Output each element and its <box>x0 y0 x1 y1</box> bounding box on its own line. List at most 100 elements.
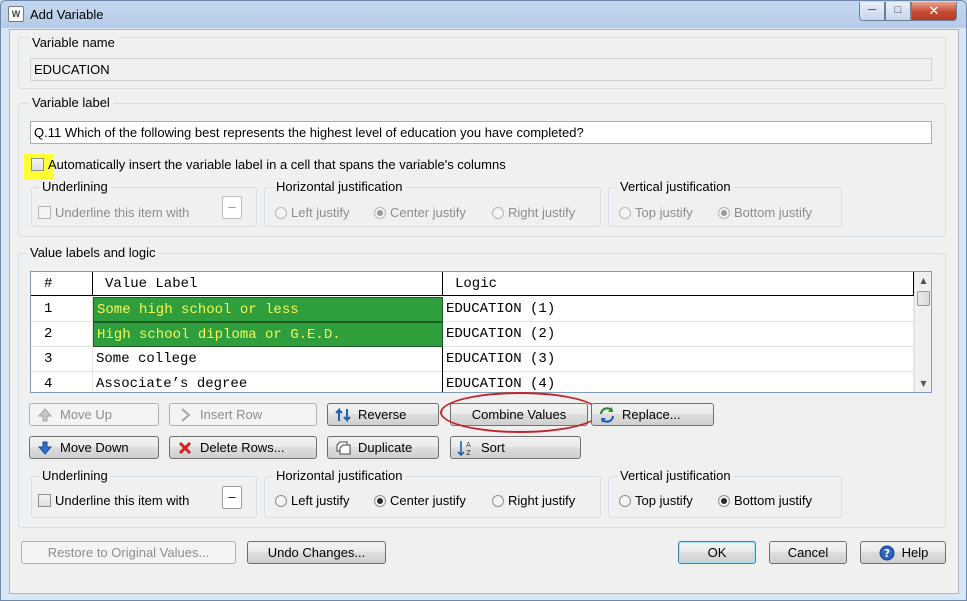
cancel-label: Cancel <box>787 545 829 560</box>
top-right-justify[interactable]: Right justify <box>492 205 575 220</box>
move-up-button[interactable]: Move Up <box>29 403 159 426</box>
col-header-value-label[interactable]: Value Label <box>93 272 443 296</box>
table-row[interactable]: 3 Some college EDUCATION (3) <box>31 347 914 372</box>
table-row[interactable]: 2 High school diploma or G.E.D. EDUCATIO… <box>31 322 914 347</box>
delete-rows-label: Delete Rows... <box>200 440 285 455</box>
svg-text:?: ? <box>883 547 889 560</box>
bottom-right-justify-radio[interactable] <box>492 495 504 507</box>
grid-header: # Value Label Logic <box>31 272 914 296</box>
bottom-underline-option[interactable]: Underline this item with <box>38 493 189 508</box>
bottom-bottom-justify[interactable]: Bottom justify <box>718 493 812 508</box>
sort-icon: AZ <box>457 439 475 457</box>
reverse-button[interactable]: Reverse <box>327 403 439 426</box>
top-underline-option[interactable]: Underline this item with <box>38 205 189 220</box>
variable-name-field[interactable]: EDUCATION <box>30 58 932 81</box>
duplicate-icon <box>334 439 352 457</box>
logic-cell[interactable]: EDUCATION (4) <box>443 372 914 392</box>
top-underline-checkbox[interactable] <box>38 206 51 219</box>
scroll-up-icon[interactable]: ▲ <box>915 272 931 289</box>
value-label-cell[interactable]: High school diploma or G.E.D. <box>93 322 443 347</box>
window-title: Add Variable <box>30 7 104 22</box>
bottom-center-justify[interactable]: Center justify <box>374 493 466 508</box>
scroll-down-icon[interactable]: ▼ <box>915 375 931 392</box>
bottom-bottom-justify-radio[interactable] <box>718 495 730 507</box>
close-button[interactable]: ✕ <box>911 2 957 21</box>
value-labels-grid[interactable]: # Value Label Logic 1 Some high school o… <box>30 271 932 393</box>
bottom-underline-checkbox[interactable] <box>38 494 51 507</box>
help-button[interactable]: ? Help <box>860 541 946 564</box>
table-row[interactable]: 4 Associate’s degree EDUCATION (4) <box>31 372 914 392</box>
replace-button[interactable]: Replace... <box>591 403 714 426</box>
bottom-horizontal-title: Horizontal justification <box>273 468 406 483</box>
auto-insert-label: Automatically insert the variable label … <box>48 157 506 172</box>
restore-original-values-button[interactable]: Restore to Original Values... <box>21 541 236 564</box>
row-number: 2 <box>31 322 93 347</box>
app-icon: W <box>8 6 24 22</box>
value-label-cell[interactable]: Associate’s degree <box>93 372 443 392</box>
annotation-circle <box>440 392 600 433</box>
insert-row-button[interactable]: Insert Row <box>169 403 317 426</box>
move-up-label: Move Up <box>60 407 113 422</box>
row-number: 1 <box>31 297 93 322</box>
bottom-right-justify[interactable]: Right justify <box>492 493 575 508</box>
top-underline-char-button[interactable]: – <box>222 196 242 219</box>
add-variable-window: W Add Variable ─ □ ✕ Variable name EDUCA… <box>0 0 967 601</box>
bottom-left-justify[interactable]: Left justify <box>275 493 350 508</box>
logic-cell[interactable]: EDUCATION (2) <box>443 322 914 347</box>
value-label-cell[interactable]: Some high school or less <box>93 297 443 322</box>
table-row[interactable]: 1 Some high school or less EDUCATION (1) <box>31 297 914 322</box>
maximize-icon: □ <box>894 4 902 16</box>
variable-label-field[interactable]: Q.11 Which of the following best represe… <box>30 121 932 144</box>
top-underline-label: Underline this item with <box>55 205 190 220</box>
top-bottom-justify[interactable]: Bottom justify <box>718 205 812 220</box>
bottom-top-justify-radio[interactable] <box>619 495 631 507</box>
top-top-justify-label: Top justify <box>635 205 693 220</box>
row-number: 4 <box>31 372 93 392</box>
col-header-logic[interactable]: Logic <box>443 272 914 296</box>
duplicate-button[interactable]: Duplicate <box>327 436 439 459</box>
undo-changes-button[interactable]: Undo Changes... <box>247 541 386 564</box>
maximize-button[interactable]: □ <box>885 2 911 21</box>
bottom-underline-char-button[interactable]: – <box>222 486 242 509</box>
top-left-justify-radio[interactable] <box>275 207 287 219</box>
bottom-center-justify-radio[interactable] <box>374 495 386 507</box>
top-top-justify-radio[interactable] <box>619 207 631 219</box>
top-center-justify-radio[interactable] <box>374 207 386 219</box>
col-header-num[interactable]: # <box>31 272 93 296</box>
top-bottom-justify-label: Bottom justify <box>734 205 813 220</box>
bottom-top-justify[interactable]: Top justify <box>619 493 693 508</box>
auto-insert-checkbox[interactable] <box>31 158 44 171</box>
top-bottom-justify-radio[interactable] <box>718 207 730 219</box>
bottom-left-justify-radio[interactable] <box>275 495 287 507</box>
variable-name-label: Variable name <box>29 35 118 50</box>
replace-label: Replace... <box>622 407 681 422</box>
auto-insert-option[interactable]: Automatically insert the variable label … <box>31 157 506 172</box>
bottom-vertical-title: Vertical justification <box>617 468 734 483</box>
sort-label: Sort <box>481 440 505 455</box>
top-top-justify[interactable]: Top justify <box>619 205 693 220</box>
scroll-thumb[interactable] <box>917 291 930 306</box>
duplicate-label: Duplicate <box>358 440 413 455</box>
grid-scrollbar[interactable]: ▲ ▼ <box>914 272 931 392</box>
minimize-button[interactable]: ─ <box>859 2 885 21</box>
bottom-right-justify-label: Right justify <box>508 493 576 508</box>
dialog-body: Variable name EDUCATION Variable label Q… <box>9 29 959 594</box>
move-down-button[interactable]: Move Down <box>29 436 159 459</box>
title-bar[interactable]: W Add Variable ─ □ ✕ <box>1 1 966 28</box>
reverse-icon <box>334 406 352 424</box>
logic-cell[interactable]: EDUCATION (3) <box>443 347 914 372</box>
value-label-cell[interactable]: Some college <box>93 347 443 372</box>
bottom-underline-label: Underline this item with <box>55 493 190 508</box>
value-labels-title: Value labels and logic <box>27 245 159 260</box>
top-center-justify[interactable]: Center justify <box>374 205 466 220</box>
ok-button[interactable]: OK <box>678 541 756 564</box>
logic-cell[interactable]: EDUCATION (1) <box>443 297 914 322</box>
top-right-justify-label: Right justify <box>508 205 576 220</box>
delete-rows-button[interactable]: Delete Rows... <box>169 436 317 459</box>
sort-button[interactable]: AZ Sort <box>450 436 581 459</box>
bottom-center-justify-label: Center justify <box>390 493 466 508</box>
top-left-justify[interactable]: Left justify <box>275 205 350 220</box>
cancel-button[interactable]: Cancel <box>769 541 847 564</box>
top-right-justify-radio[interactable] <box>492 207 504 219</box>
arrow-up-icon <box>36 406 54 424</box>
